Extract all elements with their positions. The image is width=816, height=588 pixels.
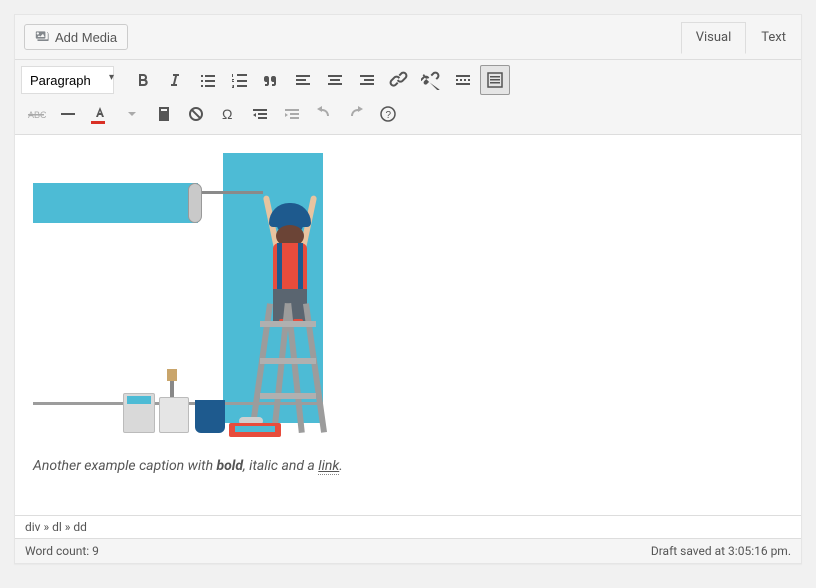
align-center-icon [325,70,345,90]
italic-button[interactable] [160,65,190,95]
unlink-icon [421,70,441,90]
toolbar: Paragraph ABC Ω [15,60,801,135]
bold-button[interactable] [128,65,158,95]
unlink-button[interactable] [416,65,446,95]
caption-text-2: , italic and a [243,458,318,474]
image-caption[interactable]: Another example caption with bold, itali… [33,455,353,477]
word-count: Word count: 9 [25,544,99,558]
add-media-label: Add Media [55,30,117,45]
italic-icon [165,70,185,90]
help-icon: ? [378,104,398,124]
svg-text:?: ? [386,110,392,121]
read-more-icon [453,70,473,90]
editor-tabs: Visual Text [681,22,801,53]
strikethrough-icon: ABC [26,104,46,124]
format-select[interactable]: Paragraph [21,66,114,94]
redo-button[interactable] [341,99,371,129]
undo-button[interactable] [309,99,339,129]
align-right-icon [357,70,377,90]
chevron-down-icon [122,104,142,124]
add-media-button[interactable]: Add Media [24,24,128,50]
toolbar-toggle-icon [485,70,505,90]
undo-icon [314,104,334,124]
outdent-button[interactable] [245,99,275,129]
illustration-image[interactable] [33,153,333,443]
indent-button[interactable] [277,99,307,129]
align-left-button[interactable] [288,65,318,95]
clear-format-button[interactable] [181,99,211,129]
help-button[interactable]: ? [373,99,403,129]
special-char-button[interactable]: Ω [213,99,243,129]
hr-icon [58,104,78,124]
save-status: Draft saved at 3:05:16 pm. [651,544,791,558]
hr-button[interactable] [53,99,83,129]
numbered-list-icon [229,70,249,90]
omega-icon: Ω [218,104,238,124]
status-bar: Word count: 9 Draft saved at 3:05:16 pm. [15,538,801,563]
element-path[interactable]: div » dl » dd [15,515,801,538]
paste-text-button[interactable] [149,99,179,129]
caption-bold: bold [217,458,244,474]
bullet-list-icon [197,70,217,90]
blockquote-icon [261,70,281,90]
bullet-list-button[interactable] [192,65,222,95]
strikethrough-button[interactable]: ABC [21,99,51,129]
svg-text:Ω: Ω [222,106,232,122]
paste-text-icon [154,104,174,124]
caption-text-1: Another example caption with [33,458,217,474]
link-icon [389,70,409,90]
tab-text[interactable]: Text [746,22,801,53]
editor-content[interactable]: Another example caption with bold, itali… [15,135,801,515]
align-center-button[interactable] [320,65,350,95]
redo-icon [346,104,366,124]
numbered-list-button[interactable] [224,65,254,95]
media-icon [35,29,51,45]
blockquote-button[interactable] [256,65,286,95]
tab-visual[interactable]: Visual [681,22,747,54]
align-right-button[interactable] [352,65,382,95]
toolbar-toggle-button[interactable] [480,65,510,95]
link-button[interactable] [384,65,414,95]
bold-icon [133,70,153,90]
caption-link[interactable]: link [318,458,339,475]
indent-icon [282,104,302,124]
text-color-dropdown[interactable] [117,99,147,129]
text-color-button[interactable] [85,99,115,129]
caption-text-3: . [339,458,343,474]
read-more-button[interactable] [448,65,478,95]
align-left-icon [293,70,313,90]
outdent-icon [250,104,270,124]
clear-format-icon [186,104,206,124]
